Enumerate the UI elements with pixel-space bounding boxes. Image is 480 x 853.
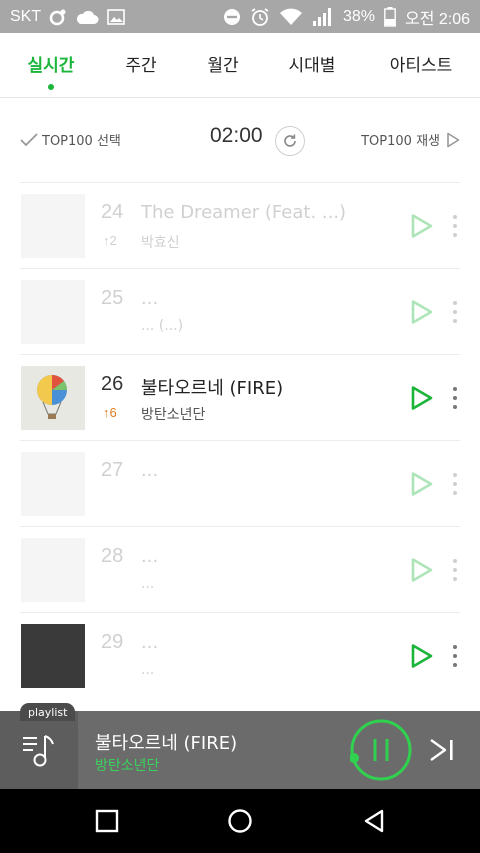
artist-name: 방탄소년단	[141, 407, 206, 423]
signal-icon	[312, 7, 334, 27]
album-art	[21, 538, 85, 602]
song-title: ...	[141, 460, 159, 481]
album-art	[21, 452, 85, 516]
music-app-icon	[49, 8, 67, 26]
now-playing-artist: 방탄소년단	[95, 758, 160, 774]
back-triangle-icon	[364, 809, 384, 833]
rank-number: 29	[101, 631, 124, 653]
rank-number: 26	[101, 373, 124, 395]
tab-label: 주간	[125, 56, 157, 76]
wifi-icon	[279, 8, 303, 26]
more-options-icon[interactable]	[450, 387, 460, 409]
now-playing-title: 불타오르네 (FIRE)	[95, 733, 238, 754]
more-options-icon[interactable]	[450, 473, 460, 495]
battery-percent: 38%	[342, 7, 375, 25]
gallery-icon	[107, 8, 125, 25]
circle-icon	[228, 809, 252, 833]
play-icon[interactable]	[410, 471, 434, 497]
play-icon[interactable]	[410, 385, 434, 411]
chart-tabs: 실시간 주간 월간 시대별 아티스트	[0, 33, 480, 98]
home-button[interactable]	[226, 807, 254, 835]
play-icon[interactable]	[410, 213, 434, 239]
tab-artist[interactable]: 아티스트	[383, 33, 459, 97]
refresh-icon	[284, 134, 296, 147]
album-art	[21, 280, 85, 344]
active-tab-indicator	[48, 84, 54, 90]
playlist-tag: playlist	[20, 703, 76, 721]
play-icon[interactable]	[410, 299, 434, 325]
carrier-label: SKT	[10, 7, 42, 25]
tab-weekly[interactable]: 주간	[118, 33, 164, 97]
tab-label: 시대별	[288, 56, 336, 76]
battery-icon	[384, 6, 396, 27]
check-icon	[20, 132, 38, 146]
status-bar: SKT 38% 오전 2:06	[0, 0, 480, 33]
cloud-icon	[75, 9, 99, 25]
do-not-disturb-icon	[223, 8, 241, 26]
tab-era[interactable]: 시대별	[283, 33, 341, 97]
rank-change: ↑2	[103, 233, 117, 248]
more-options-icon[interactable]	[450, 301, 460, 323]
rank-change: ↑6	[103, 405, 117, 420]
top100-select-button[interactable]: TOP100 선택	[20, 130, 121, 149]
song-title: ...	[141, 288, 159, 309]
next-track-icon[interactable]	[428, 737, 456, 763]
artist-name: ...	[141, 576, 155, 592]
tab-label: 월간	[207, 56, 239, 76]
artist-name: ...	[141, 662, 155, 678]
top100-play-label: TOP100 재생	[361, 134, 440, 149]
square-icon	[95, 809, 119, 833]
back-button[interactable]	[360, 807, 388, 835]
play-icon[interactable]	[410, 557, 434, 583]
rank-number: 25	[101, 287, 124, 309]
mini-player[interactable]: playlist 불타오르네 (FIRE) 방탄소년단	[0, 703, 480, 789]
top100-select-label: TOP100 선택	[42, 134, 121, 149]
rank-number: 24	[101, 201, 124, 223]
tab-realtime[interactable]: 실시간	[22, 33, 80, 97]
tab-label: 아티스트	[389, 56, 453, 76]
chart-row[interactable]: 27 ...	[20, 440, 460, 527]
chart-toolbar: TOP100 선택 02:00 TOP100 재생	[0, 98, 480, 182]
chart-update-time: 02:00	[210, 124, 263, 147]
system-nav-bar	[0, 789, 480, 853]
clock: 오전 2:06	[404, 10, 470, 28]
song-title: 불타오르네 (FIRE)	[141, 378, 284, 399]
more-options-icon[interactable]	[450, 215, 460, 237]
chart-row[interactable]: 24 ↑2 The Dreamer (Feat. ...) 박효신	[20, 182, 460, 269]
playlist-music-icon	[23, 735, 54, 767]
recent-apps-button[interactable]	[93, 807, 121, 835]
tab-monthly[interactable]: 월간	[200, 33, 246, 97]
play-outline-icon	[447, 132, 460, 147]
pause-button[interactable]	[350, 719, 412, 781]
chart-row[interactable]: 28 ... ...	[20, 526, 460, 613]
chart-row[interactable]: 26 ↑6 불타오르네 (FIRE) 방탄소년단	[20, 354, 460, 441]
song-title: ...	[141, 632, 159, 653]
tab-label: 실시간	[27, 56, 75, 76]
song-title: The Dreamer (Feat. ...)	[141, 202, 347, 223]
album-art	[21, 366, 85, 430]
more-options-icon[interactable]	[450, 645, 460, 667]
album-art	[21, 194, 85, 258]
play-icon[interactable]	[410, 643, 434, 669]
rank-number: 28	[101, 545, 124, 567]
rank-number: 27	[101, 459, 124, 481]
top100-play-button[interactable]: TOP100 재생	[361, 130, 460, 149]
album-art	[21, 624, 85, 688]
artist-name: ... (...)	[141, 318, 184, 334]
chart-row[interactable]: 25 ... ... (...)	[20, 268, 460, 355]
song-title: ...	[141, 546, 159, 567]
artist-name: 박효신	[141, 235, 180, 251]
chart-row[interactable]: 29 ... ...	[20, 612, 460, 699]
playlist-button[interactable]	[0, 711, 78, 789]
refresh-button[interactable]	[275, 126, 305, 156]
alarm-icon	[250, 7, 270, 27]
more-options-icon[interactable]	[450, 559, 460, 581]
